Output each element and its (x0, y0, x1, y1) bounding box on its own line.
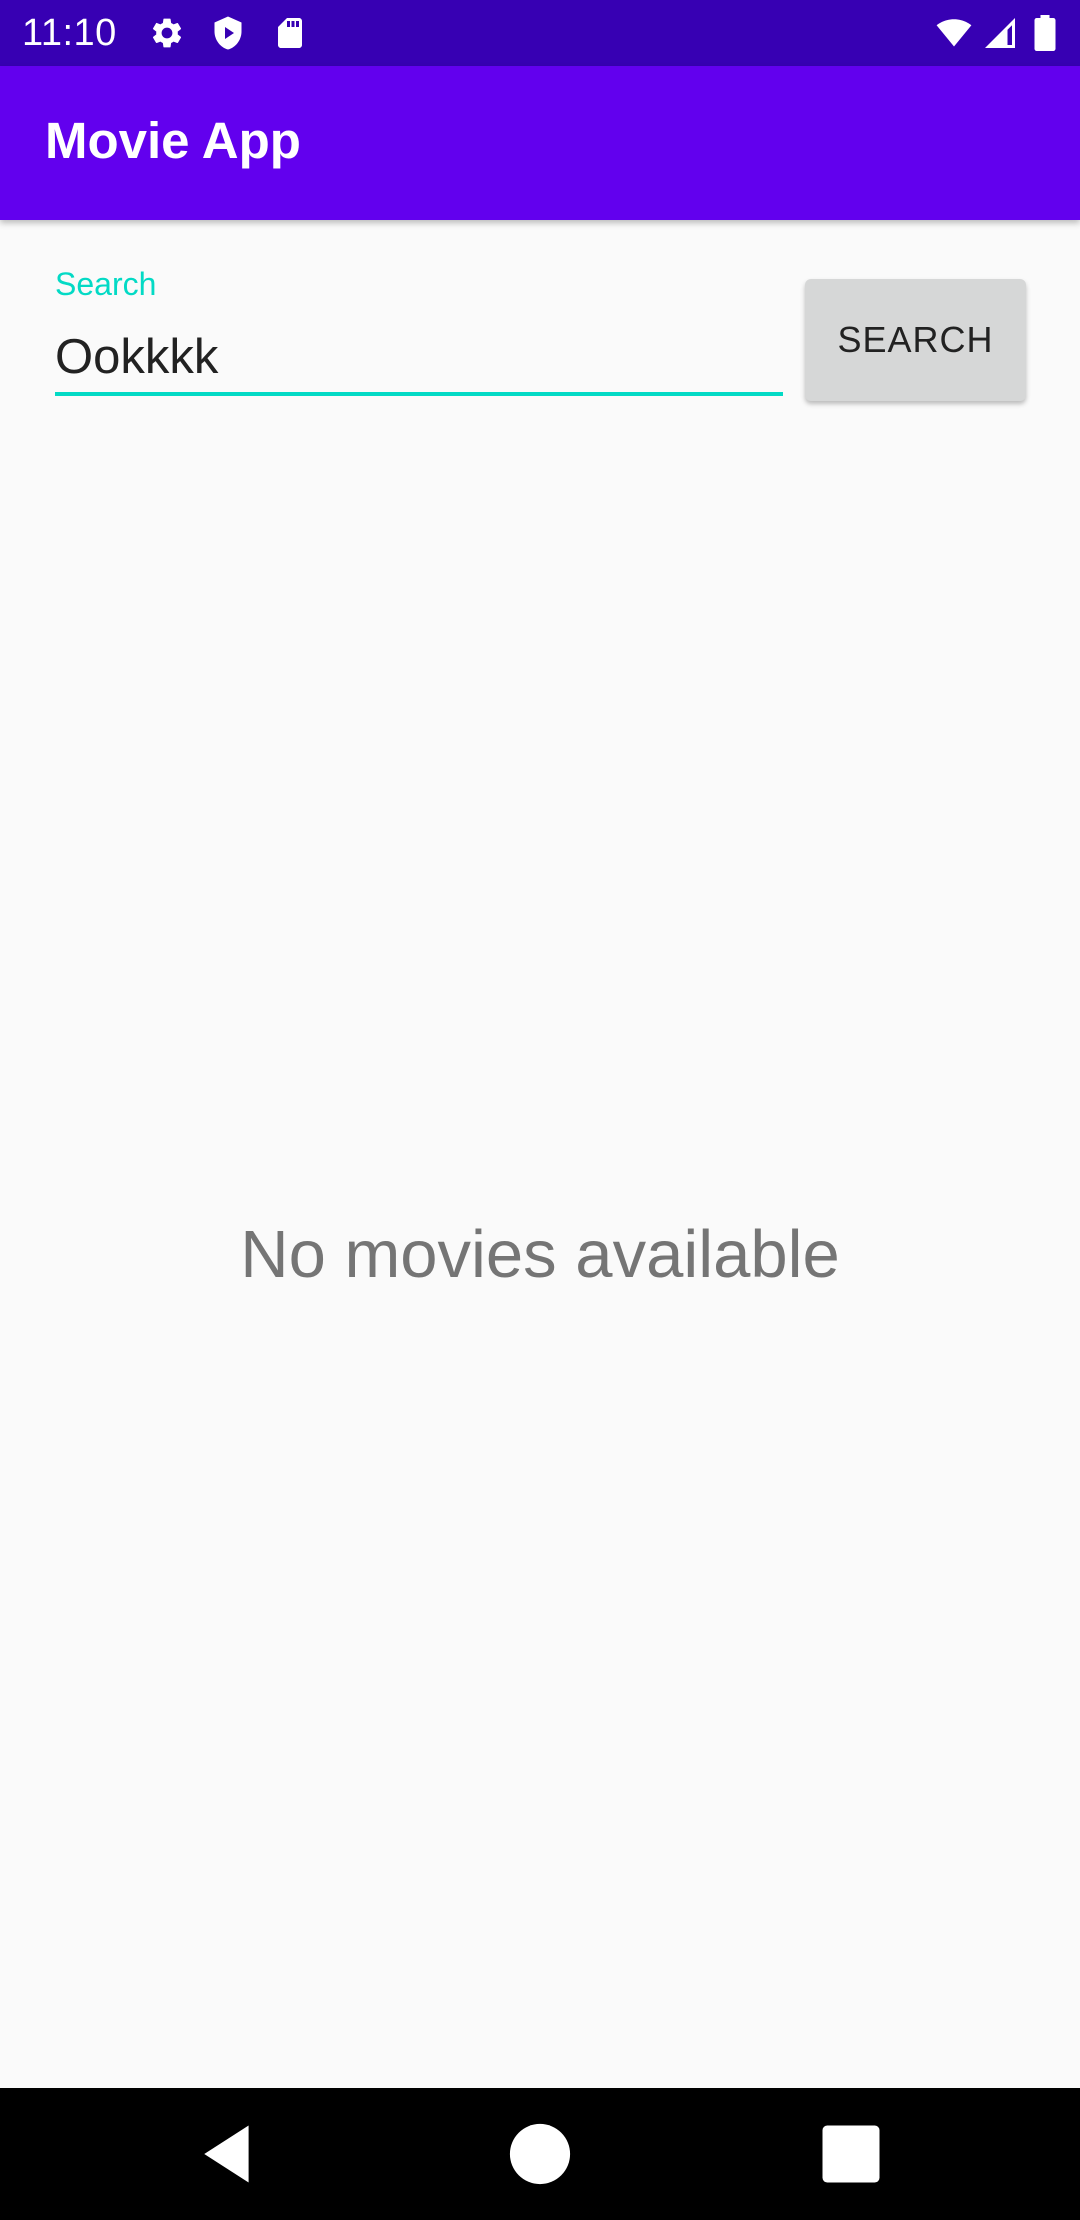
search-button[interactable]: SEARCH (805, 279, 1026, 401)
sd-card-icon (278, 18, 302, 48)
gear-icon (152, 18, 182, 48)
wifi-icon (936, 19, 972, 47)
app-title: Movie App (45, 112, 301, 169)
empty-state-message: No movies available (240, 1217, 840, 1292)
battery-icon (1034, 15, 1056, 51)
search-input[interactable] (55, 322, 783, 396)
recents-icon[interactable] (813, 2116, 889, 2192)
back-icon[interactable] (190, 2116, 266, 2192)
cellular-signal-icon (985, 18, 1015, 48)
home-icon[interactable] (502, 2116, 578, 2192)
status-time: 11:10 (22, 12, 117, 54)
app-bar: Movie App (0, 66, 1080, 220)
search-label: Search (55, 266, 157, 302)
shield-play-icon (214, 16, 242, 50)
navigation-bar (0, 2088, 1080, 2220)
status-bar: 11:10 (0, 0, 1080, 66)
